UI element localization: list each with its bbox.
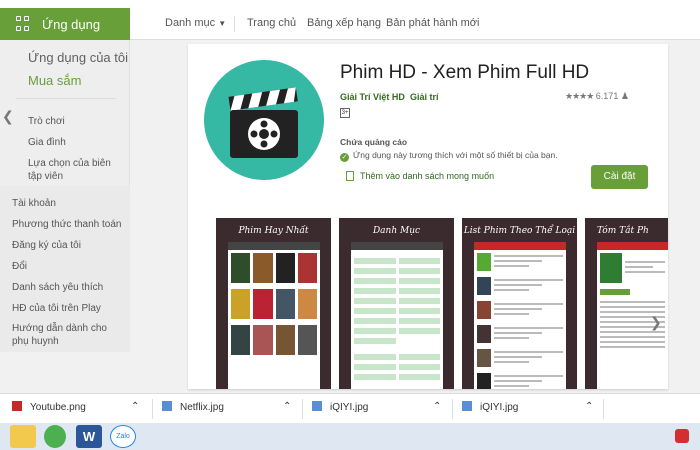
play-store-page: Ứng dụng Danh mục ▼ Trang chủ Bảng xếp h…	[0, 0, 700, 450]
screenshot-caption: Phim Hay Nhất	[238, 226, 309, 236]
sidebar-item-wishlist[interactable]: Danh sách yêu thích	[12, 282, 103, 293]
image-file-icon	[12, 401, 22, 411]
phone-app-bar	[228, 242, 320, 250]
download-divider	[603, 399, 604, 419]
chevron-down-icon: ▼	[218, 19, 227, 28]
phone-frame	[474, 242, 566, 389]
sidebar-item-account[interactable]: Tài khoản	[12, 198, 56, 209]
file-explorer-icon[interactable]	[10, 425, 36, 448]
apps-tab-label: Ứng dụng	[42, 16, 101, 32]
sidebar-item-play-activity[interactable]: HĐ của tôi trên Play	[12, 303, 101, 314]
word-icon[interactable]: W	[76, 425, 102, 448]
nav-categories-label: Danh mục	[165, 17, 216, 29]
sidebar: Ứng dụng của tôi Mua sắm Trò chơi Gia đì…	[0, 40, 130, 352]
sidebar-item-redeem[interactable]: Đổi	[12, 261, 27, 272]
install-button[interactable]: Cài đặt	[591, 165, 648, 189]
download-filename: Youtube.png	[30, 402, 86, 413]
screenshot-2[interactable]: Danh Mục	[339, 218, 454, 389]
chevron-up-icon[interactable]: ⌃	[585, 401, 593, 417]
sidebar-item-payment-methods[interactable]: Phương thức thanh toán	[12, 219, 121, 230]
apps-grid-icon	[16, 16, 32, 32]
bookmark-add-icon	[346, 171, 354, 181]
sidebar-item-family[interactable]: Gia đình	[28, 137, 66, 148]
screenshot-caption: List Phim Theo Thể Loại	[463, 226, 576, 236]
screenshot-caption: Danh Mục	[372, 226, 421, 236]
phone-app-bar	[351, 242, 443, 250]
download-item[interactable]: Youtube.png	[12, 401, 86, 417]
image-file-icon	[462, 401, 472, 411]
zalo-icon[interactable]: Zalo	[110, 425, 136, 448]
poster-row	[228, 286, 320, 322]
app-details-card: Phim HD - Xem Phim Full HD Giải Trí Việt…	[188, 44, 668, 389]
star-rating-icon: ★★★★	[565, 91, 594, 101]
screenshot-caption: Tóm Tắt Ph	[597, 226, 649, 236]
download-filename: Netflix.jpg	[180, 402, 224, 413]
developer-link[interactable]: Giải Trí Việt HD	[340, 92, 405, 102]
download-item[interactable]: Netflix.jpg	[162, 401, 224, 417]
chevron-up-icon[interactable]: ⌃	[131, 401, 139, 417]
sidebar-account-section: Tài khoản Phương thức thanh toán Đăng ký…	[0, 186, 130, 352]
compatibility-text: Ứng dụng này tương thích với một số thiế…	[353, 150, 558, 160]
chevron-up-icon[interactable]: ⌃	[433, 401, 441, 417]
taskbar: W Zalo	[0, 423, 700, 450]
download-divider	[302, 399, 303, 419]
compatibility-notice: ✓ Ứng dụng này tương thích với một số thi…	[340, 150, 558, 162]
check-circle-icon: ✓	[340, 153, 349, 162]
app-icon	[204, 60, 324, 180]
rating-count: 6.171	[595, 91, 619, 101]
sidebar-apps-section: Ứng dụng của tôi Mua sắm Trò chơi Gia đì…	[0, 40, 130, 186]
phone-app-bar	[474, 242, 566, 250]
nav-top-charts[interactable]: Bảng xếp hạng	[307, 17, 381, 29]
rating: ★★★★ 6.171 ♟	[565, 91, 629, 102]
ads-notice: Chứa quảng cáo	[340, 137, 408, 147]
bookmarks-bar	[0, 0, 700, 8]
screenshot-1[interactable]: Phim Hay Nhất	[216, 218, 331, 389]
download-item[interactable]: iQIYI.jpg	[312, 401, 368, 417]
apps-tab[interactable]: Ứng dụng	[0, 8, 130, 40]
nav-new-releases[interactable]: Bản phát hành mới	[386, 17, 479, 29]
nav-categories[interactable]: Danh mục ▼	[165, 17, 226, 29]
add-to-wishlist-button[interactable]: Thêm vào danh sách mong muốn	[346, 171, 494, 181]
sidebar-item-my-apps[interactable]: Ứng dụng của tôi	[28, 50, 128, 65]
download-filename: iQIYI.jpg	[330, 402, 369, 413]
screenshot-3[interactable]: List Phim Theo Thể Loại	[462, 218, 577, 389]
top-navigation: Ứng dụng Danh mục ▼ Trang chủ Bảng xếp h…	[0, 8, 700, 40]
wishlist-label: Thêm vào danh sách mong muốn	[360, 171, 495, 181]
downloads-bar: Youtube.png ⌃ Netflix.jpg ⌃ iQIYI.jpg ⌃ …	[0, 393, 700, 423]
poster-row	[228, 250, 320, 286]
clapperboard-icon	[228, 87, 298, 158]
phone-app-bar	[597, 242, 668, 250]
chevron-left-icon[interactable]: ❮	[2, 108, 14, 125]
poster-row	[228, 322, 320, 358]
sidebar-item-parent-guide[interactable]: Hướng dẫn dành cho phụ huynh	[12, 322, 124, 348]
image-file-icon	[312, 401, 322, 411]
screenshot-4[interactable]: Tóm Tắt Ph	[585, 218, 668, 389]
sidebar-item-games[interactable]: Trò chơi	[28, 116, 65, 127]
tray-icon[interactable]	[675, 429, 689, 443]
image-file-icon	[162, 401, 172, 411]
browser-icon[interactable]	[44, 425, 66, 448]
sidebar-item-subscriptions[interactable]: Đăng ký của tôi	[12, 240, 81, 251]
sidebar-item-shop[interactable]: Mua sắm	[28, 73, 81, 88]
sidebar-divider	[16, 98, 116, 99]
app-title: Phim HD - Xem Phim Full HD	[340, 62, 590, 83]
download-divider	[452, 399, 453, 419]
nav-divider	[234, 16, 235, 32]
person-icon: ♟	[620, 91, 629, 101]
download-filename: iQIYI.jpg	[480, 402, 519, 413]
nav-home[interactable]: Trang chủ	[247, 17, 296, 29]
phone-frame	[228, 242, 320, 389]
sidebar-item-editors-choice[interactable]: Lựa chọn của biên tập viên	[28, 157, 124, 183]
download-item[interactable]: iQIYI.jpg	[462, 401, 518, 417]
content-rating-badge: 3+	[340, 108, 350, 118]
category-link[interactable]: Giải trí	[410, 92, 439, 102]
phone-frame	[351, 242, 443, 389]
download-divider	[152, 399, 153, 419]
chevron-up-icon[interactable]: ⌃	[283, 401, 291, 417]
chevron-right-icon[interactable]: ❯	[650, 314, 662, 331]
